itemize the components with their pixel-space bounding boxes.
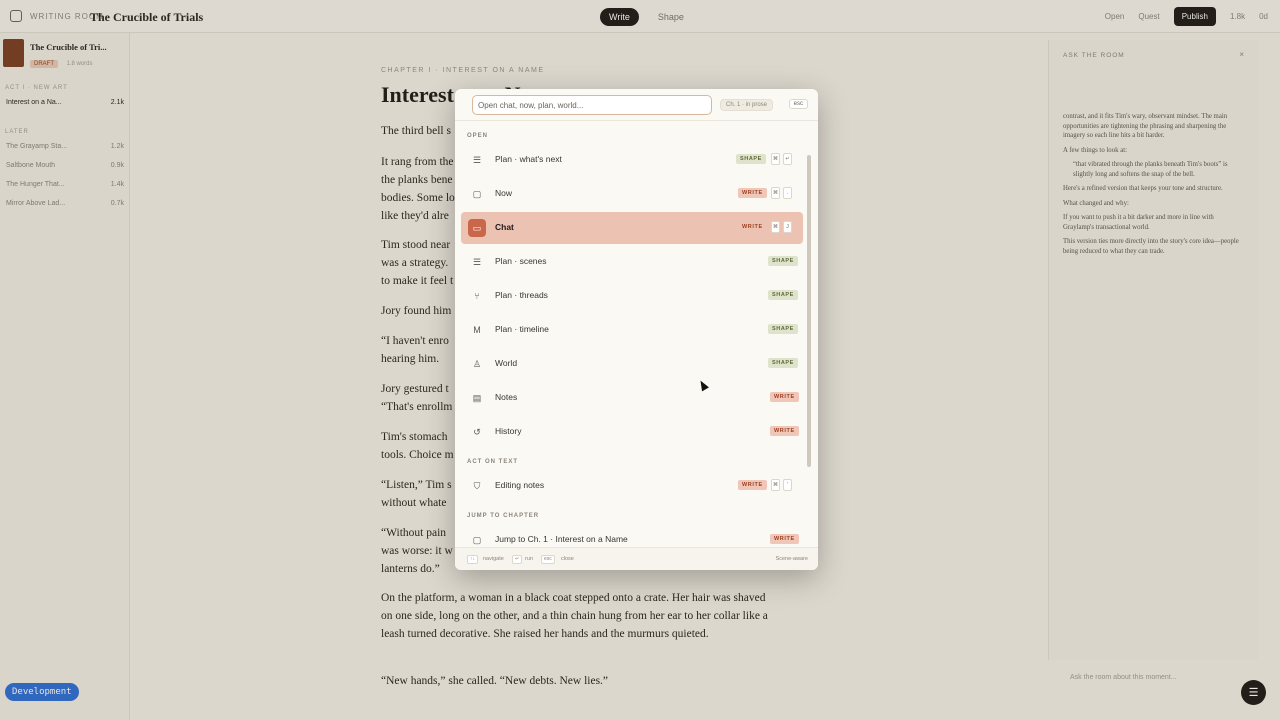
command-chat[interactable]: ▭ Chat WRITE ⌘ J: [461, 212, 803, 244]
run-hint-text: run: [525, 556, 533, 562]
shortcut-key: J: [783, 221, 792, 233]
command-label: Plan · timeline: [495, 324, 549, 334]
command-plan-whats-next[interactable]: ☰ Plan · what's next SHAPE ⌘ ↵: [461, 144, 803, 176]
mode-badge: SHAPE: [736, 154, 766, 164]
scope-chip[interactable]: Ch. 1 · in prose: [720, 99, 774, 111]
chat-icon: ▭: [468, 219, 486, 237]
command-label: Now: [495, 188, 513, 198]
shortcut-key: ⌘: [771, 221, 780, 233]
shortcut-key: ↵: [783, 153, 792, 165]
command-label: Plan · scenes: [495, 256, 547, 266]
timeline-icon: M: [473, 325, 481, 335]
command-label: Jump to Ch. 1 · Interest on a Name: [495, 534, 628, 544]
command-label: Editing notes: [495, 480, 545, 490]
shield-icon: ⛉: [473, 481, 481, 491]
square-icon: ▢: [472, 189, 482, 199]
command-plan-threads[interactable]: ⑂ Plan · threads SHAPE: [461, 280, 803, 312]
close-key-hint: esc: [541, 555, 555, 564]
nav-key-hint: ↑↓: [467, 555, 478, 564]
command-plan-timeline[interactable]: M Plan · timeline SHAPE: [461, 314, 803, 346]
threads-icon: ⑂: [474, 291, 480, 301]
command-list: Open ☰ Plan · what's next SHAPE ⌘ ↵ ▢ No…: [455, 121, 818, 546]
mode-badge: WRITE: [742, 224, 763, 230]
command-label: World: [495, 358, 518, 368]
section-label-jump: Jump to chapter: [467, 513, 540, 519]
shortcut-key: ⌘: [771, 479, 780, 491]
command-jump-chapter[interactable]: ▢ Jump to Ch. 1 · Interest on a Name WRI…: [461, 524, 803, 546]
shortcut-key: ': [783, 479, 792, 491]
history-icon: ↺: [473, 427, 481, 437]
shortcut-key: ⌘: [771, 187, 780, 199]
mode-badge: WRITE: [738, 480, 767, 490]
command-label: Notes: [495, 392, 518, 402]
command-world[interactable]: ♙ World SHAPE: [461, 348, 803, 380]
shortcut-key: ⌘: [771, 153, 780, 165]
command-label: Chat: [495, 222, 514, 232]
list-icon: ☰: [472, 155, 482, 165]
footer-status: Scene-aware: [775, 556, 808, 562]
mode-badge: WRITE: [770, 534, 799, 544]
command-notes[interactable]: ▤ Notes WRITE: [461, 382, 803, 414]
command-label: History: [495, 426, 522, 436]
command-search-input[interactable]: [472, 95, 712, 115]
command-editing-notes[interactable]: ⛉ Editing notes WRITE ⌘ ': [461, 470, 803, 502]
command-history[interactable]: ↺ History WRITE: [461, 416, 803, 448]
esc-key-hint[interactable]: esc: [788, 99, 808, 109]
palette-scrollbar[interactable]: [807, 155, 811, 467]
command-palette: Ch. 1 · in prose esc Open ☰ Plan · what'…: [455, 89, 818, 570]
mode-badge: SHAPE: [768, 324, 798, 334]
person-icon: ♙: [472, 359, 482, 369]
note-icon: ▤: [472, 393, 482, 403]
section-label-act-on-text: Act on text: [467, 459, 518, 465]
section-label-open: Open: [467, 133, 489, 139]
shortcut-key: .: [783, 187, 792, 199]
mode-badge: SHAPE: [768, 290, 798, 300]
mode-badge: WRITE: [738, 188, 767, 198]
run-key-hint: ↵: [512, 555, 523, 564]
mode-badge: SHAPE: [768, 358, 798, 368]
nav-hint-text: navigate: [483, 556, 504, 562]
command-label: Plan · what's next: [495, 154, 562, 164]
mode-badge: WRITE: [770, 392, 799, 402]
mode-badge: WRITE: [770, 426, 799, 436]
square-icon: ▢: [472, 535, 482, 545]
list-icon: ☰: [472, 257, 482, 267]
mode-badge: SHAPE: [768, 256, 798, 266]
command-plan-scenes[interactable]: ☰ Plan · scenes SHAPE: [461, 246, 803, 278]
command-label: Plan · threads: [495, 290, 548, 300]
command-now[interactable]: ▢ Now WRITE ⌘ .: [461, 178, 803, 210]
palette-header: Ch. 1 · in prose esc: [455, 89, 818, 121]
close-hint-text: close: [561, 556, 574, 562]
palette-footer: ↑↓ navigate ↵ run esc close Scene-aware: [455, 547, 818, 570]
